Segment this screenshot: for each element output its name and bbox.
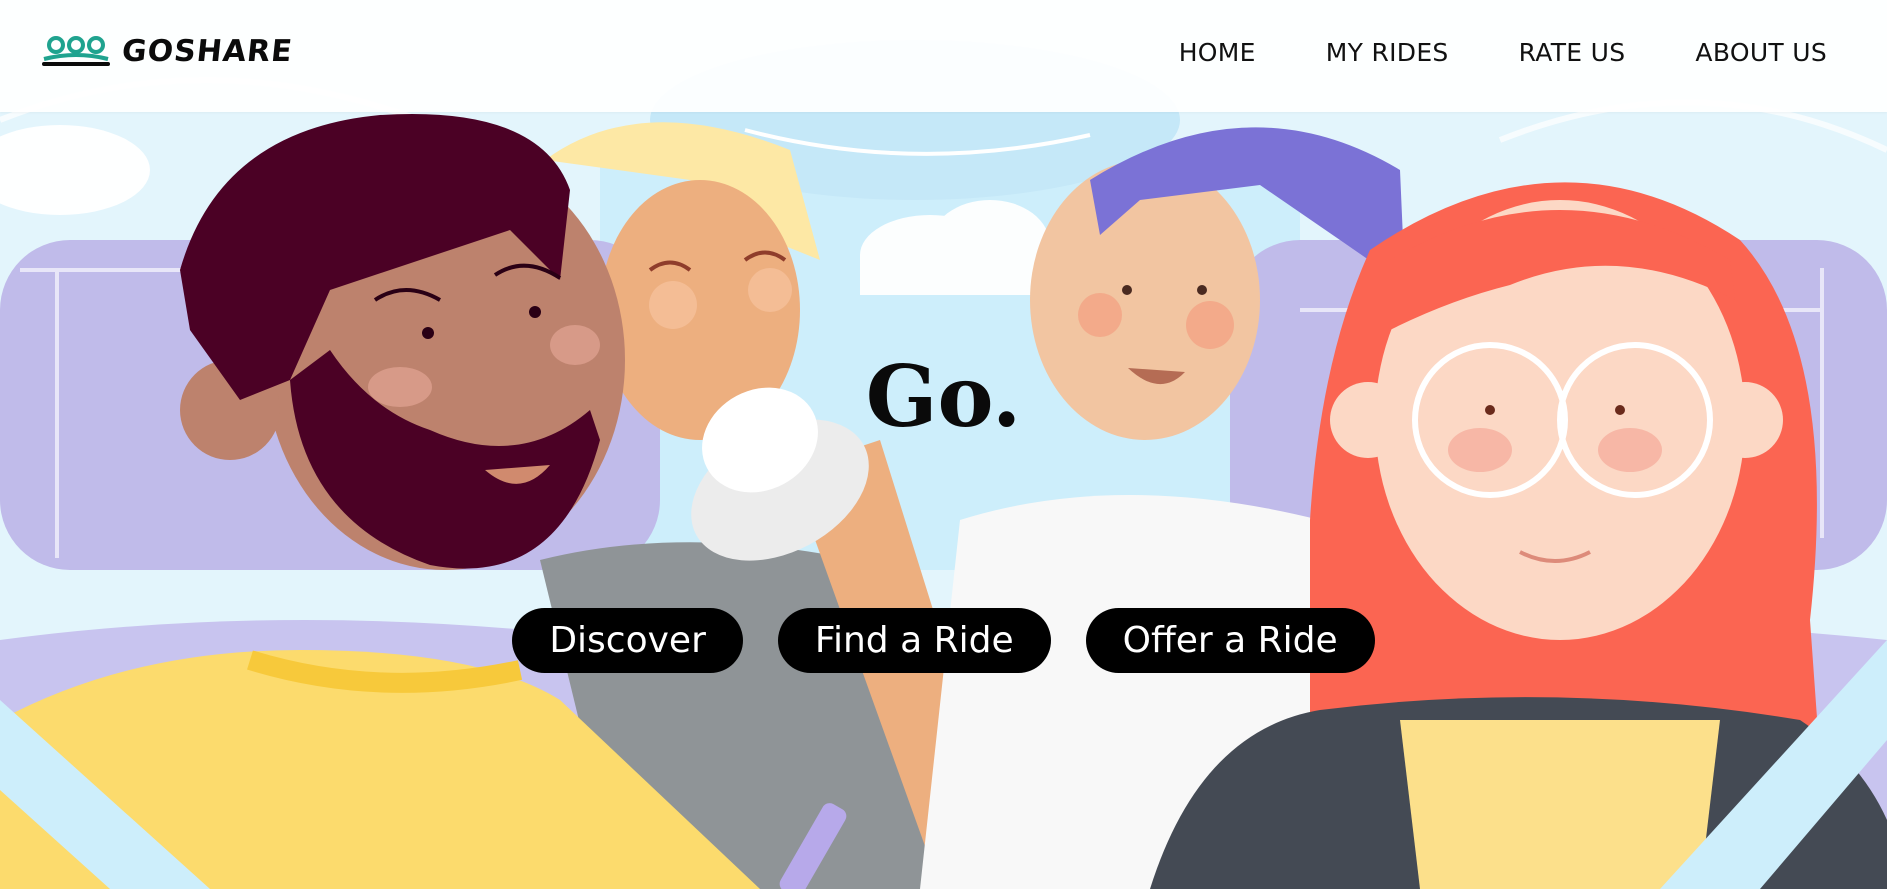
nav-my-rides[interactable]: MY RIDES <box>1326 38 1449 67</box>
nav-about-us[interactable]: ABOUT US <box>1695 38 1827 67</box>
nav-rate-us[interactable]: RATE US <box>1519 38 1626 67</box>
nav-home[interactable]: HOME <box>1179 38 1256 67</box>
discover-button[interactable]: Discover <box>512 608 743 673</box>
main-nav: HOME MY RIDES RATE US ABOUT US <box>1179 32 1827 72</box>
hero-title: Go. <box>865 347 1022 446</box>
carpool-logo-icon <box>42 36 110 66</box>
find-a-ride-button[interactable]: Find a Ride <box>777 608 1051 673</box>
hero-actions: Discover Find a Ride Offer a Ride <box>0 608 1887 673</box>
brand-name: GOSHARE <box>120 33 295 69</box>
offer-a-ride-button[interactable]: Offer a Ride <box>1085 608 1375 673</box>
brand-logo-link[interactable]: GOSHARE <box>40 26 295 76</box>
top-navbar: GOSHARE HOME MY RIDES RATE US ABOUT US <box>0 0 1887 112</box>
